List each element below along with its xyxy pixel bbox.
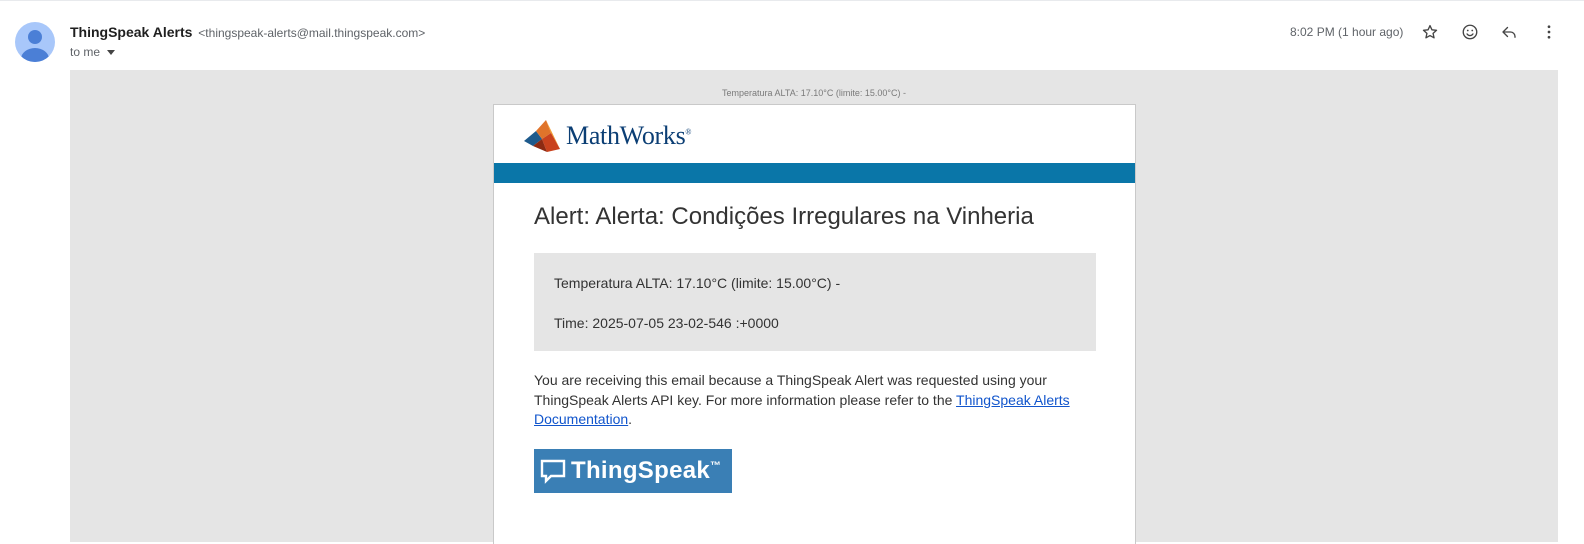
email-card: MathWorks® Alert: Alerta: Condições Irre… <box>493 104 1136 544</box>
mathworks-wordmark: MathWorks® <box>566 121 692 150</box>
caret-down-icon <box>107 50 116 55</box>
speech-bubble-icon <box>540 459 566 484</box>
info-paragraph: You are receiving this email because a T… <box>534 371 1094 430</box>
alert-message-line: Temperatura ALTA: 17.10°C (limite: 15.00… <box>554 275 841 291</box>
header-accent-bar <box>494 163 1135 183</box>
email-body: Temperatura ALTA: 17.10°C (limite: 15.00… <box>70 70 1558 544</box>
reply-icon[interactable] <box>1497 20 1521 44</box>
info-end: . <box>628 411 633 427</box>
top-divider <box>0 0 1584 3</box>
sender-line: ThingSpeak Alerts <thingspeak-alerts@mai… <box>70 24 425 40</box>
preheader-text: Temperatura ALTA: 17.10°C (limite: 15.00… <box>722 88 906 98</box>
alert-title: Alert: Alerta: Condições Irregulares na … <box>534 203 1034 230</box>
thingspeak-wordmark: ThingSpeak™ <box>571 457 722 484</box>
emoji-icon[interactable] <box>1458 20 1482 44</box>
alert-message-box: Temperatura ALTA: 17.10°C (limite: 15.00… <box>534 253 1096 351</box>
recipient-details-toggle[interactable]: to me <box>70 45 116 59</box>
star-icon[interactable] <box>1418 20 1442 44</box>
received-time: 8:02 PM (1 hour ago) <box>1290 25 1404 39</box>
sender-avatar[interactable] <box>15 22 55 62</box>
sender-email: <thingspeak-alerts@mail.thingspeak.com> <box>198 26 426 40</box>
alert-time-line: Time: 2025-07-05 23-02-546 :+0000 <box>554 315 779 331</box>
thingspeak-logo[interactable]: ThingSpeak™ <box>534 449 732 493</box>
sender-name[interactable]: ThingSpeak Alerts <box>70 24 192 40</box>
more-vert-icon[interactable] <box>1537 20 1561 44</box>
mathworks-logo[interactable]: MathWorks® <box>524 119 691 153</box>
mathworks-membrane-icon <box>524 120 560 152</box>
recipient-label: to me <box>70 45 101 59</box>
